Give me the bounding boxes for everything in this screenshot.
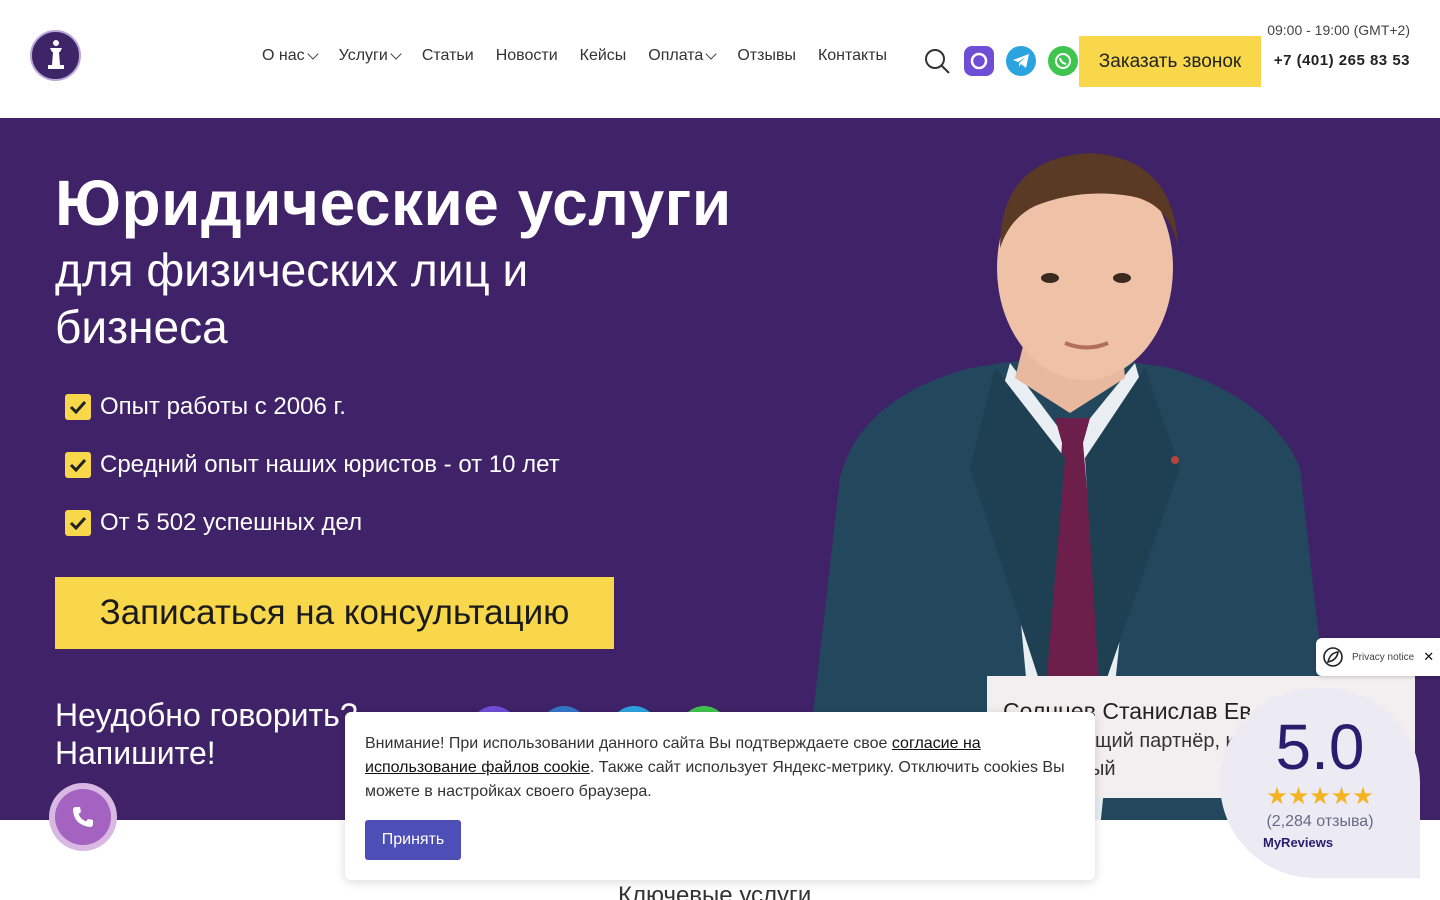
main-nav: О нас Услуги Статьи Новости Кейсы Оплата… xyxy=(262,44,909,68)
write-prompt: Неудобно говорить? Напишите! xyxy=(55,696,358,772)
hero-title: Юридические услуги xyxy=(55,167,732,239)
phone-icon xyxy=(55,789,111,845)
rating-stars: ★★★★★ xyxy=(1266,783,1374,810)
nav-articles-label: Статьи xyxy=(421,47,474,64)
phone-link[interactable]: +7 (401) 265 83 53 xyxy=(1274,52,1410,69)
telegram-icon[interactable] xyxy=(1006,46,1036,76)
reviews-badge[interactable]: 5.0 ★★★★★ (2,284 отзыва) MyReviews xyxy=(1220,688,1420,878)
benefit-text: От 5 502 успешных дел xyxy=(100,509,363,536)
site-header: О нас Услуги Статьи Новости Кейсы Оплата… xyxy=(0,0,1440,118)
benefits-list: Опыт работы с 2006 г. Средний опыт наших… xyxy=(65,378,560,552)
nav-reviews-label: Отзывы xyxy=(737,47,796,64)
cookie-text: Внимание! При использовании данного сайт… xyxy=(365,732,1075,804)
benefit-text: Средний опыт наших юристов - от 10 лет xyxy=(100,451,560,478)
reviews-brand: MyReviews xyxy=(1263,835,1334,850)
whatsapp-icon[interactable] xyxy=(1048,46,1078,76)
benefit-text: Опыт работы с 2006 г. xyxy=(100,393,346,420)
header-icons xyxy=(922,46,1078,76)
checkbox-check-icon xyxy=(65,452,91,478)
privacy-leaf-icon xyxy=(1323,647,1343,667)
chevron-down-icon xyxy=(705,47,717,60)
chevron-down-icon xyxy=(390,47,402,60)
accept-cookies-button[interactable]: Принять xyxy=(365,820,461,860)
chevron-down-icon xyxy=(306,47,319,60)
checkbox-check-icon xyxy=(65,510,91,536)
nav-payment-label: Оплата xyxy=(648,47,704,64)
floating-call-button[interactable] xyxy=(49,783,117,851)
search-icon[interactable] xyxy=(922,46,952,76)
nav-payment[interactable]: Оплата xyxy=(648,44,717,68)
benefit-item: От 5 502 успешных дел xyxy=(65,494,560,552)
nav-services-label: Услуги xyxy=(338,47,388,64)
nav-cases[interactable]: Кейсы xyxy=(580,44,627,68)
write-line-1: Неудобно говорить? xyxy=(55,697,358,733)
review-count: (2,284 отзыва) xyxy=(1266,813,1374,830)
consultation-button[interactable]: Записаться на консультацию xyxy=(55,577,614,649)
nav-contacts-label: Контакты xyxy=(817,47,888,64)
cookie-text-before: Внимание! При использовании данного сайт… xyxy=(365,735,892,752)
logo-chess-queen-icon[interactable] xyxy=(30,30,81,81)
privacy-notice-label: Privacy notice xyxy=(1352,651,1415,663)
hero-subtitle: для физических лиц и бизнеса xyxy=(55,244,529,353)
nav-services[interactable]: Услуги xyxy=(338,44,402,68)
key-services-heading: Ключевые услуги xyxy=(618,882,812,900)
max-messenger-icon[interactable] xyxy=(964,46,994,76)
order-call-button[interactable]: Заказать звонок xyxy=(1079,36,1261,87)
write-line-2: Напишите! xyxy=(55,735,216,771)
nav-news-label: Новости xyxy=(495,47,558,64)
rating-score: 5.0 xyxy=(1275,711,1365,783)
checkbox-check-icon xyxy=(65,394,91,420)
nav-cases-label: Кейсы xyxy=(579,47,627,64)
cookie-banner: Внимание! При использовании данного сайт… xyxy=(345,712,1095,880)
working-hours: 09:00 - 19:00 (GMT+2) xyxy=(1267,22,1410,38)
close-icon[interactable]: ✕ xyxy=(1423,649,1434,665)
nav-reviews[interactable]: Отзывы xyxy=(737,44,796,68)
benefit-item: Средний опыт наших юристов - от 10 лет xyxy=(65,436,560,494)
privacy-notice[interactable]: Privacy notice ✕ xyxy=(1316,638,1440,676)
nav-articles[interactable]: Статьи xyxy=(422,44,474,68)
nav-news[interactable]: Новости xyxy=(496,44,558,68)
nav-about[interactable]: О нас xyxy=(262,44,319,68)
nav-about-label: О нас xyxy=(262,47,305,64)
benefit-item: Опыт работы с 2006 г. xyxy=(65,378,560,436)
nav-contacts[interactable]: Контакты xyxy=(818,44,887,68)
